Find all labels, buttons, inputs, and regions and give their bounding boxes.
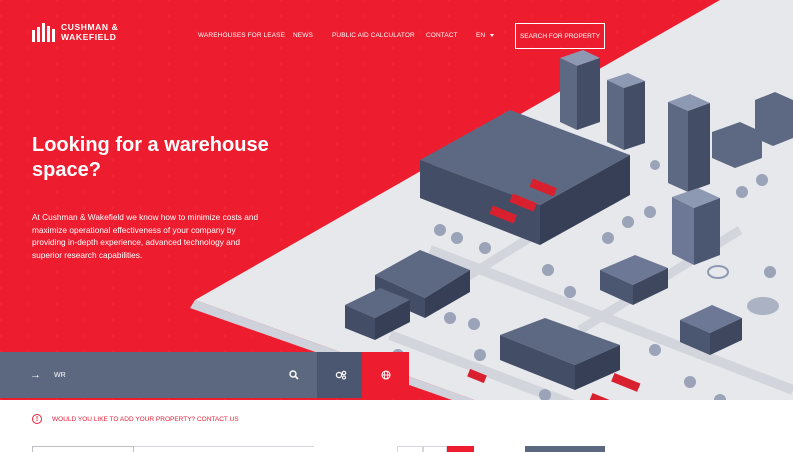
language-label: EN — [476, 32, 486, 39]
add-property-link[interactable]: WOULD YOU LIKE TO ADD YOUR PROPERTY? CON… — [52, 416, 239, 423]
filters-button[interactable] — [317, 352, 364, 398]
hero-headline: Looking for a warehouse space? — [32, 134, 269, 181]
add-property-notice[interactable]: ! WOULD YOU LIKE TO ADD YOUR PROPERTY? C… — [32, 414, 239, 424]
nav-item-contact[interactable]: CONTACT — [426, 32, 458, 39]
language-map-button[interactable] — [362, 352, 409, 398]
info-icon: ! — [32, 414, 42, 424]
tab-placeholder-3[interactable] — [224, 446, 314, 452]
globe-icon — [380, 370, 391, 380]
nav-item-warehouses[interactable]: WAREHOUSES FOR LEASE — [198, 32, 285, 39]
brand-logo-text: CUSHMAN & WAKEFIELD — [61, 22, 118, 42]
search-button[interactable] — [270, 352, 317, 398]
hero-section — [0, 0, 793, 400]
property-search-bar: → — [0, 352, 270, 398]
tab-placeholder-1[interactable] — [32, 446, 134, 452]
language-selector[interactable]: EN — [476, 32, 495, 39]
hero-lead-text: At Cushman & Wakefield we know how to mi… — [32, 212, 259, 260]
filter-cogs-icon — [335, 370, 346, 380]
nav-item-public-aid-calculator[interactable]: PUBLIC AID CALCULATOR — [332, 32, 415, 39]
search-for-property-button[interactable]: SEARCH FOR PROPERTY — [515, 23, 605, 49]
arrow-right-icon: → — [30, 369, 41, 381]
brand-logo-icon — [32, 23, 55, 42]
city-illustration — [190, 0, 793, 400]
brand-logo[interactable]: CUSHMAN & WAKEFIELD — [32, 22, 118, 42]
brand-line-1: CUSHMAN & — [61, 22, 119, 32]
search-icon — [288, 370, 299, 380]
pager-button-2[interactable] — [423, 446, 447, 452]
tab-placeholder-2[interactable] — [134, 446, 224, 452]
bottom-action-button[interactable] — [525, 446, 605, 452]
pager-button-active[interactable] — [447, 446, 474, 452]
search-input[interactable] — [54, 371, 254, 379]
brand-line-2: WAKEFIELD — [61, 32, 117, 42]
nav-item-news[interactable]: NEWS — [293, 32, 313, 39]
chevron-down-icon — [490, 33, 495, 37]
pager-button-1[interactable] — [397, 446, 423, 452]
